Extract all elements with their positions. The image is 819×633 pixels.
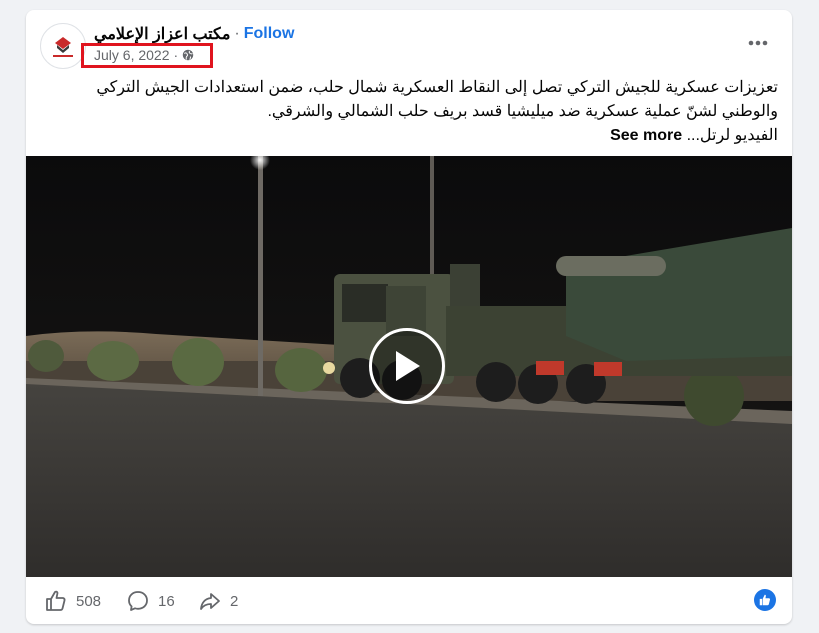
post-text-last-line: الفيديو لرتل... See more xyxy=(40,124,778,148)
thumbs-up-filled-icon xyxy=(759,594,771,606)
page-name-link[interactable]: مكتب اعزاز الإعلامي xyxy=(94,24,230,44)
globe-icon xyxy=(182,49,194,61)
share-button[interactable]: 2 xyxy=(198,589,238,613)
like-count: 508 xyxy=(76,592,102,610)
post-meta-row: July 6, 2022 · xyxy=(94,47,194,63)
comment-button[interactable]: 16 xyxy=(126,589,175,613)
post-card: مكتب اعزاز الإعلامي · Follow July 6, 202… xyxy=(26,10,792,624)
name-separator: · xyxy=(234,25,240,42)
thumbs-up-icon xyxy=(46,590,66,611)
page-logo-icon xyxy=(42,25,84,67)
post-text: تعزيزات عسكرية للجيش التركي تصل إلى النق… xyxy=(40,76,778,148)
post-footer: 508 16 2 xyxy=(26,577,792,624)
share-icon xyxy=(200,593,220,610)
post-date-link[interactable]: July 6, 2022 xyxy=(94,47,170,63)
share-count: 2 xyxy=(230,592,239,610)
page-avatar[interactable] xyxy=(40,23,86,69)
more-options-button[interactable] xyxy=(746,31,770,55)
post-text-line: الفيديو لرتل... xyxy=(686,127,778,144)
post-header-name-row: مكتب اعزاز الإعلامي · Follow xyxy=(94,24,294,44)
play-button[interactable] xyxy=(369,328,445,404)
see-more-link[interactable]: See more xyxy=(610,127,682,144)
comment-icon xyxy=(128,591,148,611)
play-icon xyxy=(396,351,420,381)
post-text-line: تعزيزات عسكرية للجيش التركي تصل إلى النق… xyxy=(96,79,778,96)
meta-separator: · xyxy=(173,47,179,63)
comment-count: 16 xyxy=(158,592,175,610)
more-options-icon xyxy=(748,40,768,46)
video-player[interactable] xyxy=(26,156,792,577)
post-text-line: والوطني لشنّ عملية عسكرية ضد ميليشيا قسد… xyxy=(267,103,778,120)
follow-button[interactable]: Follow xyxy=(244,25,295,43)
like-reaction-icon[interactable] xyxy=(754,589,776,611)
like-button[interactable]: 508 xyxy=(44,589,101,613)
